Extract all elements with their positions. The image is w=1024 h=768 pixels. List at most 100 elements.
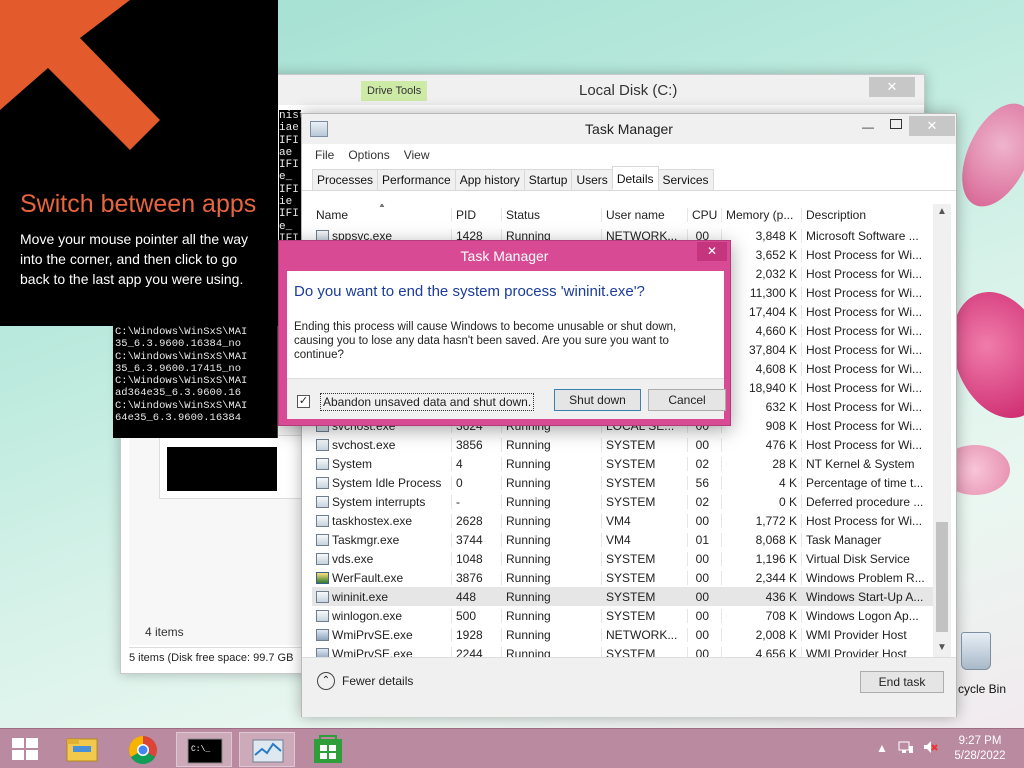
column-header-pid[interactable]: PID bbox=[452, 208, 502, 222]
process-status-cell: Running bbox=[502, 589, 602, 604]
menu-item-view[interactable]: View bbox=[404, 148, 430, 162]
tab-services[interactable]: Services bbox=[657, 169, 714, 190]
scroll-down-icon[interactable]: ▼ bbox=[937, 642, 947, 653]
tip-title: Switch between apps bbox=[20, 190, 257, 218]
column-header-description[interactable]: Description bbox=[802, 208, 932, 222]
dialog-title: Task Manager bbox=[460, 248, 549, 264]
table-row[interactable]: System interrupts - Running SYSTEM 02 0 K Defe… bbox=[312, 492, 951, 511]
dialog-close-button[interactable]: ✕ bbox=[697, 242, 727, 261]
start-icon[interactable] bbox=[12, 738, 38, 760]
table-row[interactable]: winlogon.exe 500 Running SYSTEM 00 708 K Windo… bbox=[312, 606, 951, 625]
file-explorer-icon[interactable] bbox=[54, 732, 110, 767]
explorer-minimize-button[interactable] bbox=[839, 78, 865, 96]
tab-processes[interactable]: Processes bbox=[312, 169, 379, 190]
scroll-thumb[interactable] bbox=[936, 522, 948, 632]
process-pid-cell: 3856 bbox=[452, 437, 502, 452]
show-hidden-icons-icon[interactable]: ▲ bbox=[876, 741, 888, 755]
process-cpu-cell: 02 bbox=[688, 456, 722, 471]
fewer-details-link[interactable]: Fewer details bbox=[342, 674, 413, 688]
tab-startup[interactable]: Startup bbox=[523, 169, 573, 190]
process-user-cell: VM4 bbox=[602, 513, 688, 528]
tab-performance[interactable]: Performance bbox=[377, 169, 456, 190]
tab-users[interactable]: Users bbox=[571, 169, 613, 190]
minimize-button[interactable]: — bbox=[862, 120, 876, 134]
process-name-cell: taskhostex.exe bbox=[312, 513, 452, 528]
column-header-status[interactable]: Status bbox=[502, 208, 602, 222]
command-prompt-icon[interactable]: C:\_ bbox=[176, 732, 232, 767]
process-mem-cell: 2,344 K bbox=[722, 570, 802, 585]
table-row[interactable]: Taskmgr.exe 3744 Running VM4 01 8,068 K Task M… bbox=[312, 530, 951, 549]
process-pid-cell: 4 bbox=[452, 456, 502, 471]
volume-muted-icon[interactable] bbox=[922, 739, 938, 758]
process-name-cell: System interrupts bbox=[312, 494, 452, 509]
process-user-cell: SYSTEM bbox=[602, 475, 688, 490]
process-name-cell: vds.exe bbox=[312, 551, 452, 566]
table-row[interactable]: WmiPrvSE.exe 1928 Running NETWORK... 00 2,008… bbox=[312, 625, 951, 644]
process-pid-cell: 2628 bbox=[452, 513, 502, 528]
network-icon[interactable] bbox=[898, 739, 914, 758]
process-desc-cell: Windows Problem R... bbox=[806, 570, 925, 585]
column-header-cpu[interactable]: CPU bbox=[688, 208, 722, 222]
process-user-cell: NETWORK... bbox=[602, 627, 688, 642]
process-cpu-cell: 02 bbox=[688, 494, 722, 509]
process-mem-cell: 4,608 K bbox=[722, 361, 802, 376]
process-mem-cell: 17,404 K bbox=[722, 304, 802, 319]
close-button[interactable]: ✕ bbox=[909, 116, 955, 136]
table-row[interactable]: WmiPrvSE.exe 2244 Running SYSTEM 00 4,656 K WM… bbox=[312, 644, 951, 658]
recycle-bin-label[interactable]: cycle Bin bbox=[958, 682, 1006, 696]
sort-ascending-icon: ▲ bbox=[378, 204, 386, 209]
table-row[interactable]: vds.exe 1048 Running SYSTEM 00 1,196 K Virtual… bbox=[312, 549, 951, 568]
recycle-bin-icon[interactable] bbox=[958, 632, 998, 678]
process-name-cell: winlogon.exe bbox=[312, 608, 452, 623]
task-manager-icon[interactable] bbox=[239, 732, 295, 767]
abandon-data-checkbox[interactable]: ✓ bbox=[297, 395, 310, 408]
process-cpu-cell: 00 bbox=[688, 437, 722, 452]
process-mem-cell: 37,804 K bbox=[722, 342, 802, 357]
table-row[interactable]: wininit.exe 448 Running SYSTEM 00 436 K Window… bbox=[312, 587, 951, 606]
abandon-data-label[interactable]: Abandon unsaved data and shut down. bbox=[320, 393, 535, 411]
process-desc-cell: Host Process for Wi... bbox=[806, 247, 923, 262]
process-desc-cell: Host Process for Wi... bbox=[806, 266, 923, 281]
shut-down-button[interactable]: Shut down bbox=[554, 389, 641, 411]
tab-details[interactable]: Details bbox=[611, 166, 659, 190]
column-header-name[interactable]: Name bbox=[312, 208, 452, 222]
cancel-button[interactable]: Cancel bbox=[648, 389, 726, 411]
tab-app-history[interactable]: App history bbox=[454, 169, 525, 190]
table-row[interactable]: WerFault.exe 3876 Running SYSTEM 00 2,344 K Wi… bbox=[312, 568, 951, 587]
drive-tools-tab[interactable]: Drive Tools bbox=[361, 81, 428, 101]
menu-item-file[interactable]: File bbox=[315, 148, 334, 162]
process-mem-cell: 476 K bbox=[722, 437, 802, 452]
process-cpu-cell: 56 bbox=[688, 475, 722, 490]
process-desc-cell: Host Process for Wi... bbox=[806, 285, 923, 300]
process-pid-cell: 0 bbox=[452, 475, 502, 490]
menu-item-options[interactable]: Options bbox=[348, 148, 389, 162]
maximize-button[interactable] bbox=[890, 119, 902, 129]
process-status-cell: Running bbox=[502, 437, 602, 452]
process-mem-cell: 8,068 K bbox=[722, 532, 802, 547]
table-row[interactable]: System Idle Process 0 Running SYSTEM 56 4 K Pe… bbox=[312, 473, 951, 492]
process-pid-cell: 500 bbox=[452, 608, 502, 623]
table-row[interactable]: taskhostex.exe 2628 Running VM4 00 1,772 K Hos… bbox=[312, 511, 951, 530]
task-manager-title-bar[interactable]: Task Manager — ✕ bbox=[302, 114, 956, 144]
process-name-cell: System bbox=[312, 456, 452, 471]
explorer-close-button[interactable]: ✕ bbox=[869, 77, 915, 97]
scroll-up-icon[interactable]: ▲ bbox=[937, 206, 947, 217]
vertical-scrollbar[interactable]: ▲ ▼ bbox=[933, 204, 951, 658]
column-header-memory-p[interactable]: Memory (p... bbox=[722, 208, 802, 222]
column-header-user-name[interactable]: User name bbox=[602, 208, 688, 222]
end-task-button[interactable]: End task bbox=[860, 671, 944, 693]
clock-time: 9:27 PM bbox=[958, 735, 1002, 747]
chevron-up-icon[interactable]: ⌃ bbox=[317, 672, 335, 690]
clock-date: 5/28/2022 bbox=[954, 750, 1006, 762]
taskbar-clock[interactable]: 9:27 PM 5/28/2022 bbox=[944, 734, 1016, 764]
chrome-icon[interactable] bbox=[115, 732, 171, 767]
table-row[interactable]: svchost.exe 3856 Running SYSTEM 00 476 K Host … bbox=[312, 435, 951, 454]
process-cpu-cell: 00 bbox=[688, 608, 722, 623]
process-pid-cell: 448 bbox=[452, 589, 502, 604]
tip-body: Move your mouse pointer all the way into… bbox=[20, 231, 248, 287]
process-icon bbox=[316, 514, 329, 527]
process-desc-cell: Host Process for Wi... bbox=[806, 380, 923, 395]
store-icon[interactable] bbox=[300, 732, 356, 767]
process-desc-cell: Host Process for Wi... bbox=[806, 342, 923, 357]
table-row[interactable]: System 4 Running SYSTEM 02 28 K NT Kernel & Sy… bbox=[312, 454, 951, 473]
